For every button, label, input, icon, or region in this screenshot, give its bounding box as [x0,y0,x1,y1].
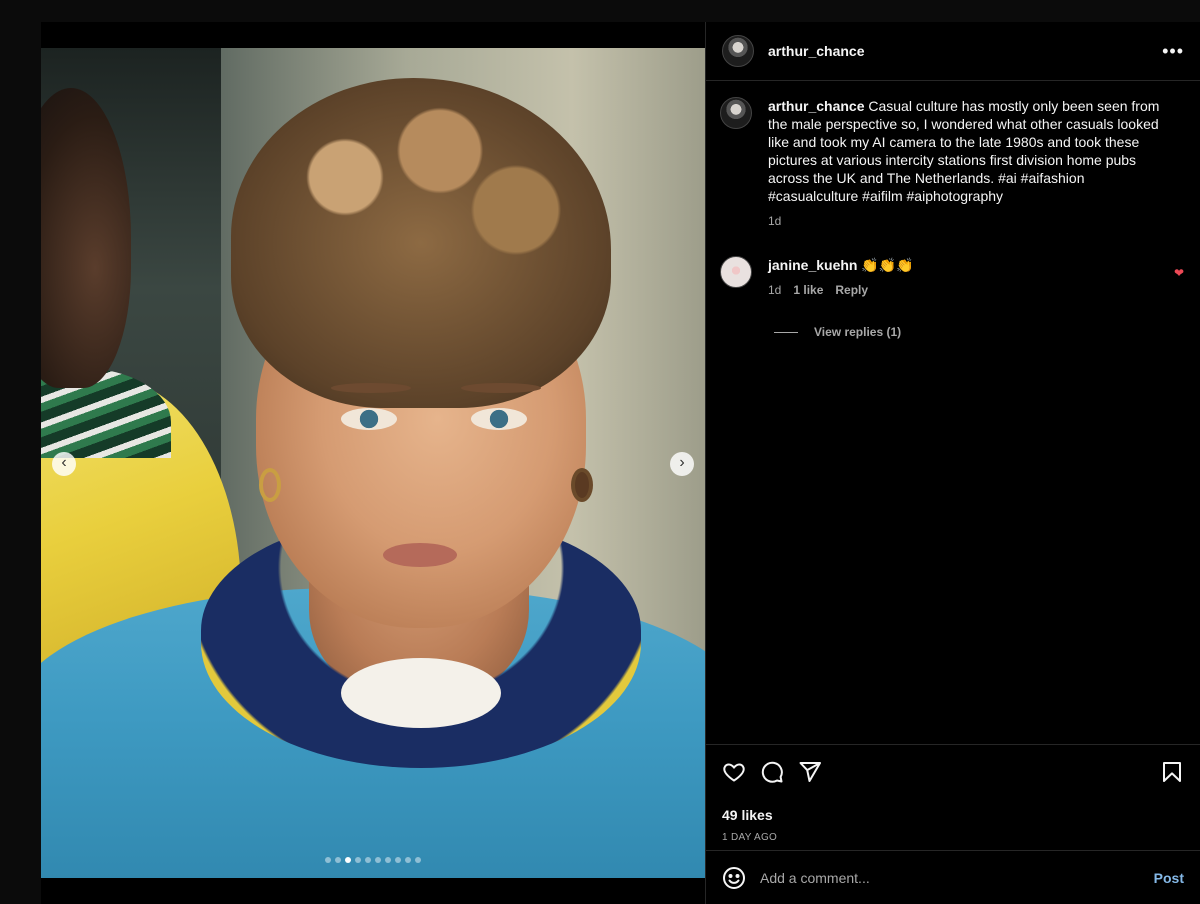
post-actions-area: 49 likes 1 DAY AGO [706,744,1200,850]
photo-undershirt [341,658,501,728]
caption-meta: 1d [768,212,1173,230]
comment-composer: Post [706,850,1200,904]
caption-body: arthur_chance Casual culture has mostly … [768,97,1173,230]
photo-brow [331,383,411,393]
author-avatar[interactable] [722,35,754,67]
comment-heart-icon[interactable]: ❤ [1174,266,1184,280]
caption: arthur_chance Casual culture has mostly … [720,97,1184,230]
photo-earring [259,468,281,502]
share-icon[interactable] [798,760,822,784]
caption-time: 1d [768,214,782,228]
comment-input[interactable] [760,869,1154,886]
chevron-left-icon: ‹ [61,454,67,471]
action-bar [722,757,1184,787]
carousel-dot [365,857,371,863]
carousel-dot [385,857,391,863]
carousel-dot [375,857,381,863]
photo-eye [341,408,397,430]
photo-eye [471,408,527,430]
replies-divider [774,331,798,333]
commenter-username[interactable]: janine_kuehn [768,257,857,273]
caption-avatar[interactable] [720,97,752,129]
bookmark-icon[interactable] [1160,760,1184,784]
previous-slide-button[interactable]: ‹ [52,452,76,476]
heart-icon[interactable] [722,760,746,784]
comments-list: arthur_chance Casual culture has mostly … [706,81,1200,744]
author-username[interactable]: arthur_chance [768,43,864,59]
post-photo [41,48,705,878]
post-media: ‹ › [41,22,705,904]
likes-count[interactable]: 49 likes [722,807,1184,823]
view-replies-button[interactable]: View replies (1) [774,325,1184,339]
carousel-dot [325,857,331,863]
caption-username[interactable]: arthur_chance [768,98,864,114]
carousel-dot [415,857,421,863]
post-comment-button[interactable]: Post [1154,870,1184,886]
comment-meta: 1d 1 like Reply [768,281,914,299]
photo-lips [383,543,457,567]
next-slide-button[interactable]: › [670,452,694,476]
commenter-avatar[interactable] [720,256,752,288]
comment-text: 👏👏👏 [857,257,914,273]
post-sidebar: arthur_chance ••• arthur_chance Casual c… [705,22,1200,904]
post-date: 1 DAY AGO [722,832,778,843]
photo-earring [571,468,593,502]
view-replies-label: View replies (1) [814,325,902,339]
photo-brow [461,383,541,393]
carousel-dot [395,857,401,863]
comment-body: janine_kuehn 👏👏👏 1d 1 like Reply [768,256,914,299]
carousel-indicator [325,857,421,863]
reply-button[interactable]: Reply [835,281,868,299]
comment-likes[interactable]: 1 like [793,281,823,299]
page: ‹ › arthur_chance ••• arthur_chance Casu… [0,0,1200,904]
chevron-right-icon: › [679,454,685,471]
comment-time: 1d [768,283,782,297]
post-modal: ‹ › arthur_chance ••• arthur_chance Casu… [41,22,1200,904]
carousel-dot [355,857,361,863]
emoji-icon[interactable] [722,866,746,890]
photo-hair [231,78,611,408]
carousel-dot [405,857,411,863]
comment: janine_kuehn 👏👏👏 1d 1 like Reply ❤ [720,256,1184,299]
carousel-dot [345,857,351,863]
comment-icon[interactable] [760,760,784,784]
carousel-dot [335,857,341,863]
more-horizontal-icon[interactable]: ••• [1162,41,1184,62]
post-header: arthur_chance ••• [706,22,1200,81]
